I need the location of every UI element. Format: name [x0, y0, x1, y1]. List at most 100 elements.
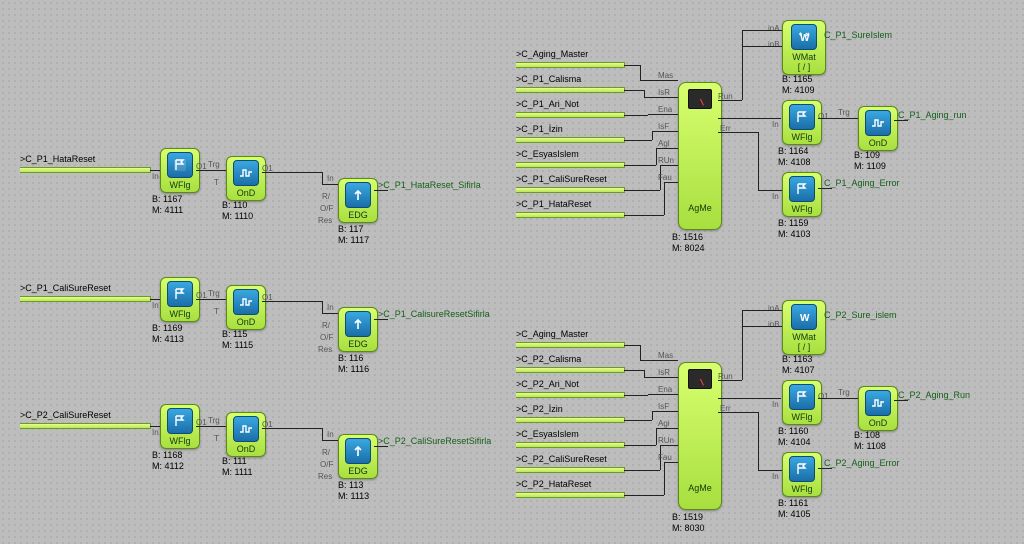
- anchor[interactable]: [516, 492, 625, 498]
- block-type: EDG: [341, 466, 375, 476]
- anchor[interactable]: [516, 212, 625, 218]
- wire: [624, 215, 664, 216]
- wire: [196, 426, 226, 427]
- arrow-up-icon: [345, 182, 371, 208]
- port-fau: Fau: [658, 173, 672, 182]
- anchor[interactable]: [516, 417, 625, 423]
- edg-block[interactable]: EDG: [338, 434, 378, 479]
- port-ena: Ena: [658, 105, 672, 114]
- wire: [742, 310, 782, 311]
- flag-icon: [167, 281, 193, 307]
- ond-block[interactable]: OnD: [858, 386, 898, 431]
- wire: [196, 299, 226, 300]
- math-icon: W: [791, 304, 817, 330]
- anchor[interactable]: [516, 467, 625, 473]
- block-b: B: 110: [222, 200, 247, 211]
- block-m: M: 4108: [778, 157, 811, 168]
- port-trg: Trg: [208, 416, 220, 425]
- anchor-label: >C_P1_HataReset: [20, 154, 95, 165]
- block-b: B: 111: [222, 456, 247, 467]
- anchor[interactable]: [516, 162, 625, 168]
- anchor[interactable]: [516, 112, 625, 118]
- block-b: B: 1516: [672, 232, 703, 243]
- port-trg: Trg: [838, 108, 850, 117]
- anchor-label: >C_P2_İzin: [516, 404, 563, 415]
- anchor-label: >C_Aging_Master: [516, 329, 588, 340]
- ond-block[interactable]: OnD: [226, 156, 266, 201]
- port-agi: Agi: [658, 139, 670, 148]
- block-type: EDG: [341, 210, 375, 220]
- port-inA: inA: [768, 304, 780, 313]
- port-t: T: [214, 434, 219, 443]
- edg-block[interactable]: EDG: [338, 307, 378, 352]
- anchor[interactable]: [20, 167, 151, 173]
- ond-block[interactable]: OnD: [858, 106, 898, 151]
- wire: [660, 165, 678, 166]
- wflg-block[interactable]: WFlg: [160, 148, 200, 193]
- port-inA: inA: [768, 24, 780, 33]
- wflg-block[interactable]: WFlg: [782, 100, 822, 145]
- block-b: B: 117: [338, 224, 363, 235]
- anchor[interactable]: [20, 423, 151, 429]
- wire: [652, 411, 653, 420]
- port-rf: R/: [322, 448, 330, 457]
- wire: [742, 30, 743, 100]
- wmat-block[interactable]: W WMat [ / ]: [782, 20, 826, 75]
- anchor[interactable]: [516, 342, 625, 348]
- ond-block[interactable]: OnD: [226, 285, 266, 330]
- anchor[interactable]: [516, 392, 625, 398]
- block-m: M: 4103: [778, 229, 811, 240]
- wflg-block[interactable]: WFlg: [782, 380, 822, 425]
- block-b: B: 1167: [152, 194, 182, 205]
- wire: [262, 428, 322, 429]
- wire: [656, 428, 678, 429]
- wire: [624, 190, 660, 191]
- block-type2: [ / ]: [785, 62, 823, 72]
- anchor-label: >C_P1_HataReset: [516, 199, 591, 210]
- wire: [652, 131, 653, 140]
- anchor[interactable]: [516, 87, 625, 93]
- wmat-block[interactable]: W WMat [ / ]: [782, 300, 826, 355]
- wflg-block[interactable]: WFlg: [782, 452, 822, 497]
- block-type: WFlg: [163, 436, 197, 446]
- wire: [664, 182, 678, 183]
- anchor[interactable]: [516, 62, 625, 68]
- wire: [624, 140, 652, 141]
- wire: [624, 345, 640, 346]
- ond-block[interactable]: OnD: [226, 412, 266, 457]
- wire: [150, 299, 160, 300]
- port-isf: IsF: [658, 402, 669, 411]
- wire: [644, 90, 645, 97]
- block-m: M: 4107: [782, 365, 815, 376]
- agme-block[interactable]: AgMe: [678, 362, 722, 510]
- port-mas: Mas: [658, 71, 673, 80]
- wflg-block[interactable]: WFlg: [782, 172, 822, 217]
- port-isr: IsR: [658, 368, 670, 377]
- anchor[interactable]: [516, 442, 625, 448]
- port-in: In: [772, 472, 779, 481]
- pulse-icon: [233, 289, 259, 315]
- port-isr: IsR: [658, 88, 670, 97]
- block-b: B: 1159: [778, 218, 808, 229]
- wflg-block[interactable]: WFlg: [160, 404, 200, 449]
- output-label: C_P2_Aging_Error: [824, 458, 900, 469]
- wflg-block[interactable]: WFlg: [160, 277, 200, 322]
- anchor[interactable]: [20, 296, 151, 302]
- wire: [150, 426, 160, 427]
- anchor-label: >C_EsyasIslem: [516, 149, 579, 160]
- anchor-label: >C_P1_CaliSureReset: [20, 283, 111, 294]
- math-icon: W: [791, 24, 817, 50]
- block-m: M: 4111: [152, 205, 183, 216]
- edg-block[interactable]: EDG: [338, 178, 378, 223]
- flag-icon: [167, 408, 193, 434]
- wire: [742, 326, 782, 327]
- anchor[interactable]: [516, 137, 625, 143]
- block-type: OnD: [861, 138, 895, 148]
- block-b: B: 1519: [672, 512, 703, 523]
- gauge-icon: [688, 369, 712, 389]
- anchor[interactable]: [516, 187, 625, 193]
- agme-block[interactable]: AgMe: [678, 82, 722, 230]
- block-m: M: 4113: [152, 334, 184, 345]
- output-label: C_P1_Aging_Error: [824, 178, 900, 189]
- anchor[interactable]: [516, 367, 625, 373]
